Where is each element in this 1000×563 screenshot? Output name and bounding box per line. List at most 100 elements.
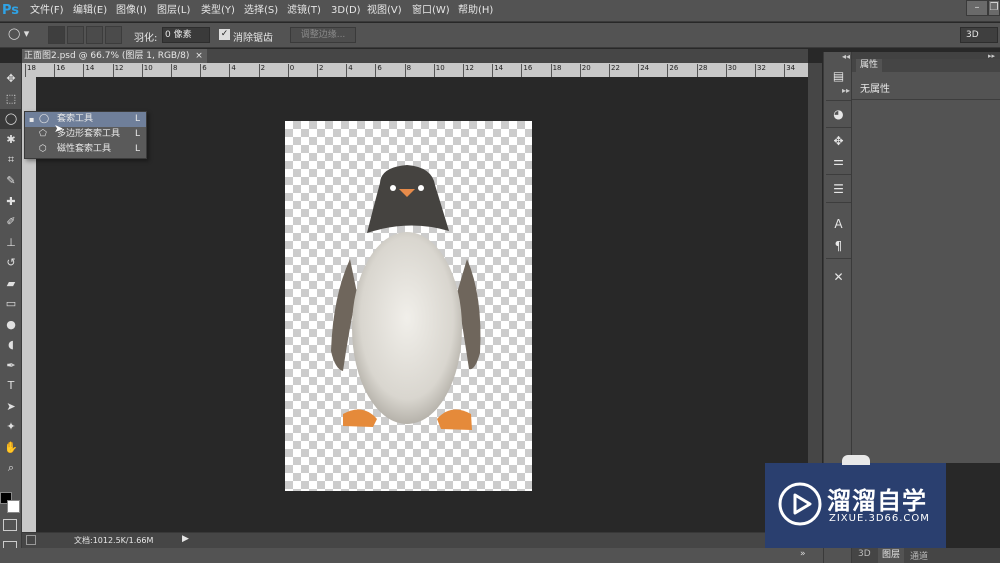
- character-panel-icon[interactable]: A: [827, 214, 850, 234]
- ruler-tick-label: 28: [696, 64, 708, 77]
- lasso-preset-icon[interactable]: ◯ ▾: [8, 27, 38, 43]
- ruler-tick-label: 10: [141, 64, 153, 77]
- status-bar: 文档:1012.5K/1.66M ▶: [22, 532, 808, 548]
- flyout-label: 多边形套索工具: [57, 129, 121, 139]
- path-select-icon[interactable]: ➤: [0, 397, 22, 417]
- flyout-label: 磁性套索工具: [57, 144, 112, 154]
- brush-icon[interactable]: ✐: [0, 212, 22, 232]
- penguin-image: [331, 165, 481, 430]
- menu-window[interactable]: 窗口(W): [412, 0, 450, 22]
- move-icon[interactable]: ✥: [0, 69, 22, 89]
- magnetic-lasso-icon: ⬡: [39, 144, 47, 154]
- menu-bar: Ps 文件(F) 编辑(E) 图像(I) 图层(L) 类型(Y) 选择(S) 滤…: [0, 0, 1000, 22]
- restore-icon[interactable]: ❐: [988, 0, 1000, 16]
- ruler-tick-label: 14: [83, 64, 94, 77]
- history-brush-icon[interactable]: ↺: [0, 253, 22, 273]
- watermark-logo: 溜溜自学 ZIXUE.3D66.COM: [765, 463, 946, 548]
- menu-view[interactable]: 视图(V): [367, 0, 402, 22]
- hand-icon[interactable]: ✋: [0, 438, 22, 458]
- tools-panel-icon[interactable]: ✕: [827, 267, 850, 287]
- new-selection-icon[interactable]: [48, 26, 65, 44]
- feather-label: 羽化:: [134, 33, 158, 44]
- flyout-item-polygonal-lasso[interactable]: ⬠ 多边形套索工具 L: [25, 127, 146, 142]
- menu-image[interactable]: 图像(I): [116, 0, 147, 22]
- eraser-icon[interactable]: ▰: [0, 274, 22, 294]
- lasso-icon[interactable]: ◯: [0, 109, 22, 129]
- properties-empty-text: 无属性: [860, 84, 890, 95]
- menu-3d[interactable]: 3D(D): [331, 0, 361, 22]
- subtract-selection-icon[interactable]: [86, 26, 103, 44]
- ruler-tick-label: 18: [550, 64, 562, 77]
- ruler-tick-label: 16: [521, 64, 532, 77]
- document-tab-bar: 正面图2.psd @ 66.7% (图层 1, RGB/8) ×: [22, 49, 808, 63]
- type-icon[interactable]: T: [0, 376, 22, 396]
- mouse-cursor-icon: ➤: [54, 122, 64, 135]
- polygonal-lasso-icon: ⬠: [39, 129, 47, 139]
- lasso-tool-flyout: ▪ ◯ 套索工具 L ⬠ 多边形套索工具 L ⬡ 磁性套索工具 L: [24, 111, 147, 159]
- close-icon[interactable]: ×: [195, 51, 203, 61]
- feather-input[interactable]: 0 像素: [162, 27, 210, 43]
- ruler-tick-label: 0: [287, 64, 294, 77]
- tab-channels[interactable]: 通道: [910, 549, 928, 562]
- quick-mask-icon[interactable]: [3, 519, 17, 531]
- history-panel-icon[interactable]: ▤: [827, 66, 850, 86]
- ruler-tick-label: 2: [258, 64, 265, 77]
- healing-icon[interactable]: ✚: [0, 192, 22, 212]
- status-zoom-icon: [26, 535, 36, 545]
- status-menu-arrow-icon[interactable]: ▶: [182, 534, 189, 544]
- document-size: 文档:1012.5K/1.66M: [74, 536, 154, 545]
- crop-icon[interactable]: ⌗: [0, 150, 22, 170]
- ruler-tick-label: 34: [784, 64, 795, 77]
- menu-file[interactable]: 文件(F): [30, 0, 64, 22]
- collapse-icon[interactable]: »: [800, 549, 806, 559]
- refine-edge-button[interactable]: 调整边缘...: [290, 27, 356, 43]
- menu-filter[interactable]: 滤镜(T): [287, 0, 321, 22]
- intersect-selection-icon[interactable]: [105, 26, 122, 44]
- dodge-icon[interactable]: ◖: [0, 335, 22, 355]
- tab-layers[interactable]: 图层: [878, 548, 905, 563]
- flyout-item-lasso[interactable]: ▪ ◯ 套索工具 L: [25, 112, 146, 127]
- magic-wand-icon[interactable]: ✱: [0, 130, 22, 150]
- menu-type[interactable]: 类型(Y): [201, 0, 235, 22]
- antialias-checkbox[interactable]: ✓: [219, 29, 230, 40]
- options-bar: ◯ ▾ 羽化: 0 像素 ✓ 消除锯齿 调整边缘... 3D: [0, 23, 1000, 48]
- adjustments-icon[interactable]: ⚌: [827, 151, 850, 171]
- ruler-tick-label: 8: [171, 64, 177, 77]
- color-panel-icon[interactable]: ◕: [827, 104, 850, 124]
- gradient-icon[interactable]: ▭: [0, 294, 22, 314]
- menu-help[interactable]: 帮助(H): [458, 0, 493, 22]
- vertical-scrollbar[interactable]: [808, 63, 822, 532]
- eyedropper-icon[interactable]: ✎: [0, 171, 22, 191]
- ruler-tick-label: 16: [54, 64, 65, 77]
- ruler-tick-label: 14: [492, 64, 503, 77]
- minimize-icon[interactable]: –: [966, 0, 988, 16]
- workspace-select[interactable]: 3D: [960, 27, 998, 43]
- paragraph-panel-icon[interactable]: ¶: [827, 236, 850, 256]
- ruler-tick-label: 4: [346, 64, 353, 77]
- pen-icon[interactable]: ✒: [0, 356, 22, 376]
- ruler-tick-label: 2: [317, 64, 323, 77]
- shape-icon[interactable]: ✦: [0, 417, 22, 437]
- background-color-swatch[interactable]: [7, 500, 20, 513]
- tab-3d[interactable]: 3D: [858, 549, 871, 559]
- antialias-label: 消除锯齿: [233, 33, 273, 44]
- brush-presets-icon[interactable]: ✥: [827, 131, 850, 151]
- flyout-shortcut: L: [135, 114, 141, 124]
- flyout-item-magnetic-lasso[interactable]: ⬡ 磁性套索工具 L: [25, 142, 146, 157]
- blur-icon[interactable]: ●: [0, 315, 22, 335]
- menu-edit[interactable]: 编辑(E): [73, 0, 107, 22]
- tab-properties[interactable]: 属性: [856, 59, 883, 72]
- collapse-panels-icon[interactable]: ◂◂: [842, 52, 850, 61]
- marquee-icon[interactable]: ⬚: [0, 89, 22, 109]
- document-canvas[interactable]: [285, 121, 532, 491]
- document-tab-title: 正面图2.psd @ 66.7% (图层 1, RGB/8): [24, 51, 190, 61]
- zoom-icon[interactable]: ⌕: [0, 458, 22, 478]
- layer-comps-icon[interactable]: ☰: [827, 179, 850, 199]
- stamp-icon[interactable]: ⊥: [0, 233, 22, 253]
- menu-layer[interactable]: 图层(L): [157, 0, 190, 22]
- document-tab[interactable]: 正面图2.psd @ 66.7% (图层 1, RGB/8) ×: [22, 49, 207, 63]
- ruler-tick-label: 6: [375, 64, 382, 77]
- add-selection-icon[interactable]: [67, 26, 84, 44]
- expand-panels-icon[interactable]: ▸▸: [842, 86, 850, 95]
- menu-select[interactable]: 选择(S): [244, 0, 278, 22]
